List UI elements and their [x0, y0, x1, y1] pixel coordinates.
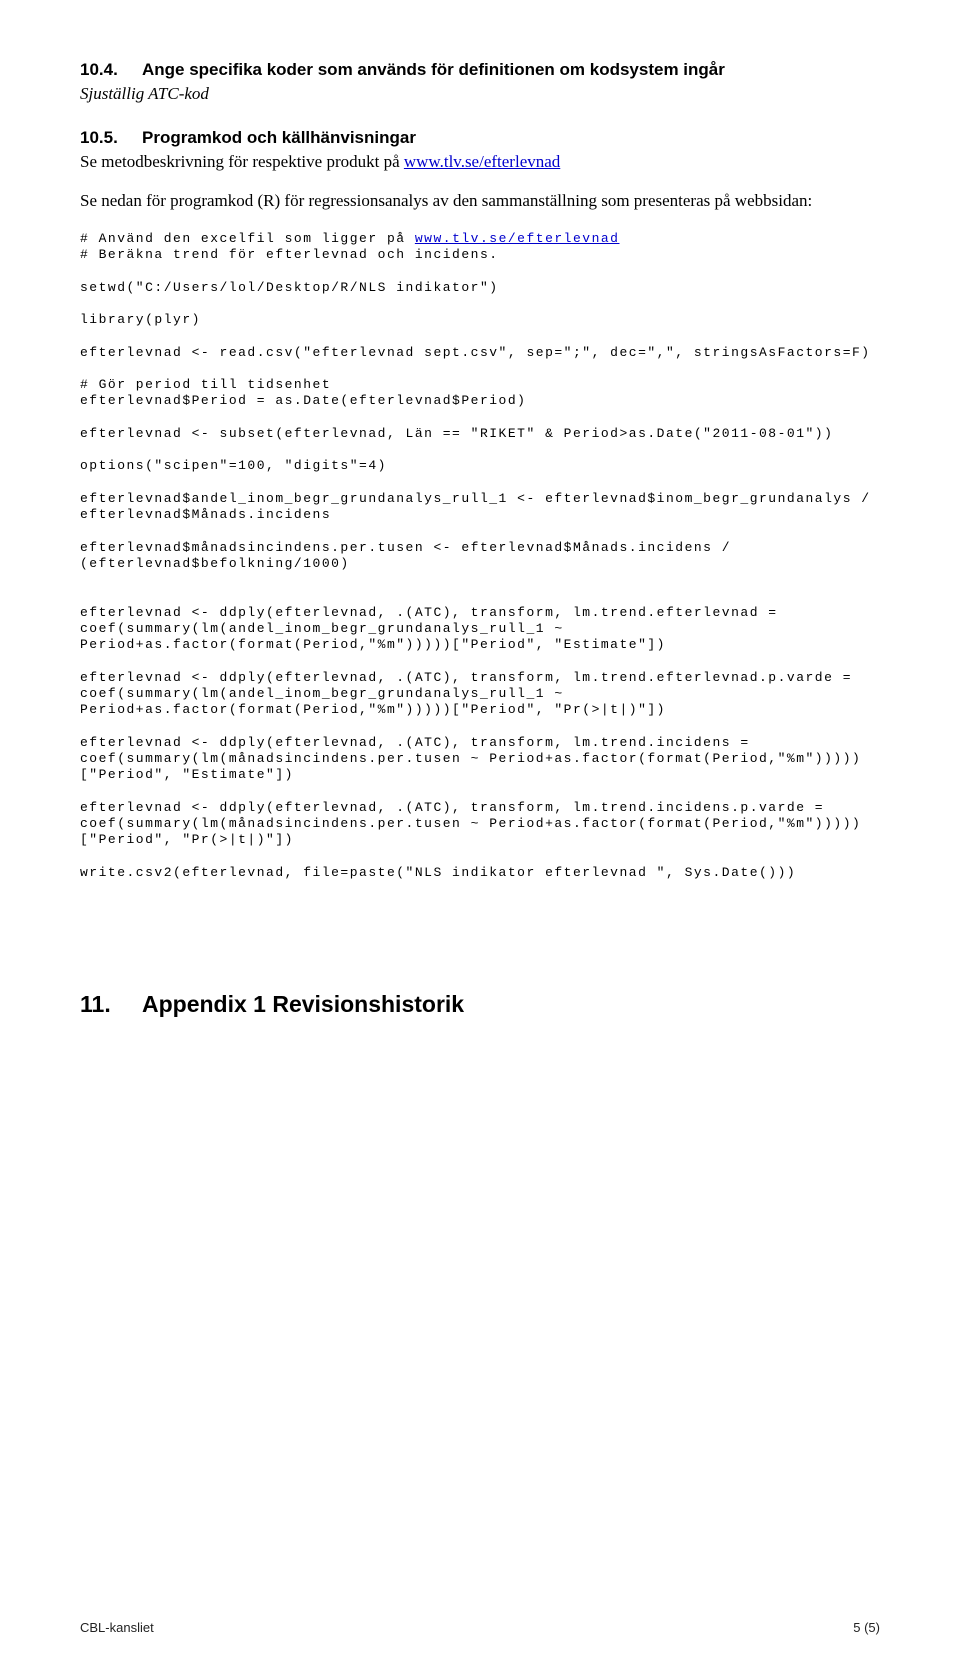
link-efterlevnad-code[interactable]: www.tlv.se/efterlevnad — [415, 231, 620, 246]
heading-10-4: 10.4.Ange specifika koder som används fö… — [80, 60, 880, 80]
section-title: Appendix 1 Revisionshistorik — [142, 991, 464, 1017]
footer-right: 5 (5) — [853, 1620, 880, 1635]
section-number: 10.5. — [80, 128, 142, 148]
code-line: efterlevnad$Period = as.Date(efterlevnad… — [80, 393, 526, 408]
body-line: Se metodbeskrivning för respektive produ… — [80, 152, 880, 172]
code-line: # Gör period till tidsenhet — [80, 377, 331, 392]
code-line: library(plyr) — [80, 312, 201, 327]
text-fragment: Se metodbeskrivning för respektive produ… — [80, 152, 404, 171]
code-line: # Beräkna trend för efterlevnad och inci… — [80, 247, 499, 262]
document-page: 10.4.Ange specifika koder som används fö… — [0, 0, 960, 1665]
code-line: efterlevnad <- read.csv("efterlevnad sep… — [80, 345, 871, 360]
code-block: # Använd den excelfil som ligger på www.… — [80, 231, 880, 881]
code-line: write.csv2(efterlevnad, file=paste("NLS … — [80, 865, 796, 880]
section-title: Ange specifika koder som används för def… — [142, 60, 725, 79]
section-title: Programkod och källhänvisningar — [142, 128, 416, 147]
code-line: efterlevnad$andel_inom_begr_grundanalys_… — [80, 491, 880, 522]
heading-11: 11.Appendix 1 Revisionshistorik — [80, 991, 880, 1018]
heading-10-5: 10.5.Programkod och källhänvisningar — [80, 128, 880, 148]
code-line: efterlevnad <- ddply(efterlevnad, .(ATC)… — [80, 735, 861, 783]
code-line: efterlevnad <- ddply(efterlevnad, .(ATC)… — [80, 605, 787, 653]
page-footer: CBL-kansliet 5 (5) — [80, 1620, 880, 1635]
code-line: efterlevnad <- ddply(efterlevnad, .(ATC)… — [80, 800, 861, 848]
code-line: efterlevnad$månadsincindens.per.tusen <-… — [80, 540, 740, 571]
section-number: 10.4. — [80, 60, 142, 80]
code-line: options("scipen"=100, "digits"=4) — [80, 458, 387, 473]
section-number: 11. — [80, 991, 142, 1018]
code-line: # Använd den excelfil som ligger på www.… — [80, 231, 620, 246]
link-efterlevnad[interactable]: www.tlv.se/efterlevnad — [404, 152, 560, 171]
code-line: efterlevnad <- ddply(efterlevnad, .(ATC)… — [80, 670, 861, 718]
code-line: setwd("C:/Users/lol/Desktop/R/NLS indika… — [80, 280, 499, 295]
code-line: efterlevnad <- subset(efterlevnad, Län =… — [80, 426, 833, 441]
body-italic-10-4: Sjuställig ATC-kod — [80, 84, 880, 104]
body-line: Se nedan för programkod (R) för regressi… — [80, 190, 880, 213]
footer-left: CBL-kansliet — [80, 1620, 154, 1635]
